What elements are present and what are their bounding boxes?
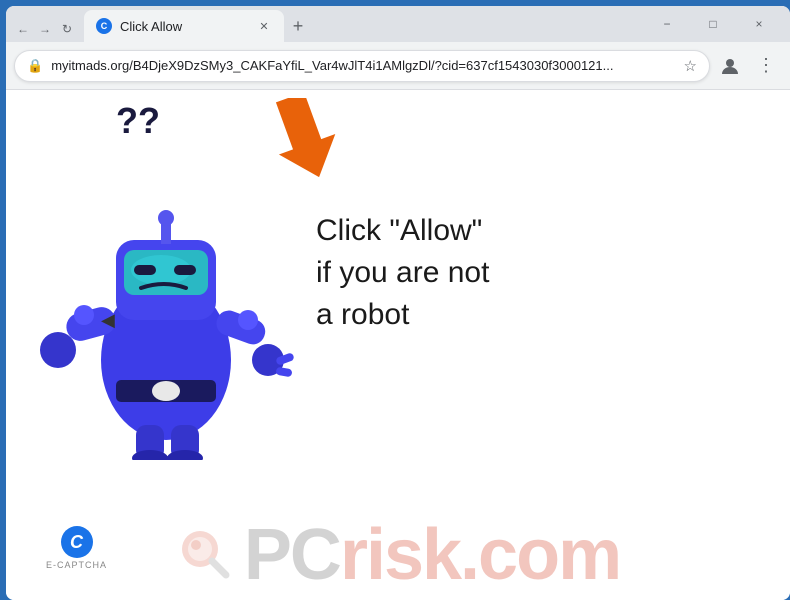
toolbar-right: ⋮ bbox=[714, 50, 782, 82]
question-marks: ?? bbox=[116, 100, 160, 142]
menu-button[interactable]: ⋮ bbox=[750, 50, 782, 82]
address-bar: 🔒 myitmads.org/B4DjeX9DzSMy3_CAKFaYfiL_V… bbox=[6, 42, 790, 90]
active-tab[interactable]: C Click Allow ✕ bbox=[84, 10, 284, 42]
url-text: myitmads.org/B4DjeX9DzSMy3_CAKFaYfiL_Var… bbox=[51, 58, 675, 73]
profile-button[interactable] bbox=[714, 50, 746, 82]
profile-icon bbox=[720, 56, 740, 76]
tab-favicon: C bbox=[96, 18, 112, 34]
lock-icon: 🔒 bbox=[27, 58, 43, 74]
tab-close-button[interactable]: ✕ bbox=[256, 18, 272, 34]
pcrisk-text: PCrisk.com bbox=[244, 514, 620, 596]
bookmark-icon[interactable]: ☆ bbox=[684, 57, 697, 75]
close-button[interactable]: × bbox=[736, 10, 782, 38]
pcrisk-search-icon bbox=[176, 525, 236, 585]
orange-arrow bbox=[256, 98, 336, 193]
refresh-button[interactable]: ↻ bbox=[58, 20, 76, 38]
tab-title: Click Allow bbox=[120, 19, 248, 34]
page-content: ?? bbox=[6, 90, 790, 600]
tab-bar: ← → ↻ C Click Allow ✕ + − □ × bbox=[6, 6, 790, 42]
maximize-button[interactable]: □ bbox=[690, 10, 736, 38]
url-input[interactable]: 🔒 myitmads.org/B4DjeX9DzSMy3_CAKFaYfiL_V… bbox=[14, 50, 710, 82]
new-tab-button[interactable]: + bbox=[284, 14, 312, 42]
window-controls: − □ × bbox=[644, 10, 782, 42]
forward-button[interactable]: → bbox=[36, 20, 54, 38]
mouse-cursor: ◀ bbox=[101, 310, 115, 331]
back-button[interactable]: ← bbox=[14, 20, 32, 38]
pcrisk-watermark: PCrisk.com bbox=[6, 510, 790, 600]
minimize-button[interactable]: − bbox=[644, 10, 690, 38]
captcha-message: Click "Allow" if you are not a robot bbox=[316, 210, 596, 336]
browser-window: ← → ↻ C Click Allow ✕ + − □ × 🔒 myitmads… bbox=[6, 6, 790, 600]
tab-left-controls: ← → ↻ bbox=[14, 20, 76, 42]
menu-dots-icon: ⋮ bbox=[757, 55, 775, 76]
